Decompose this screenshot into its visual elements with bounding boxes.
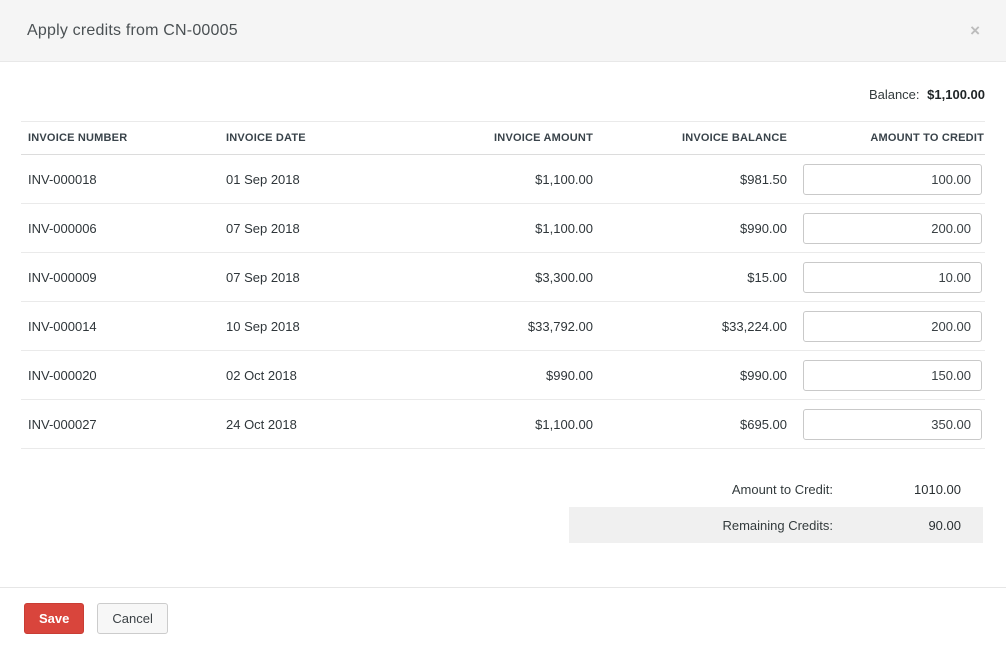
invoice-balance: $33,224.00 [594, 301, 788, 351]
invoice-date: 07 Sep 2018 [219, 252, 408, 302]
col-invoice-amount: INVOICE AMOUNT [408, 121, 594, 155]
table-row: INV-000006 07 Sep 2018 $1,100.00 $990.00 [21, 203, 985, 253]
invoice-balance: $990.00 [594, 203, 788, 253]
invoice-date: 24 Oct 2018 [219, 399, 408, 449]
remaining-credits-value: 90.00 [928, 517, 961, 533]
amount-to-credit-input[interactable] [803, 163, 982, 195]
table-row: INV-000027 24 Oct 2018 $1,100.00 $695.00 [21, 399, 985, 449]
table-row: INV-000014 10 Sep 2018 $33,792.00 $33,22… [21, 301, 985, 351]
amount-to-credit-total-row: Amount to Credit: 1010.00 [569, 471, 983, 507]
amount-to-credit-input[interactable] [803, 310, 982, 342]
invoice-balance: $695.00 [594, 399, 788, 449]
table-row: INV-000018 01 Sep 2018 $1,100.00 $981.50 [21, 154, 985, 204]
col-invoice-number: INVOICE NUMBER [21, 121, 219, 155]
invoice-amount: $1,100.00 [408, 154, 594, 204]
col-amount-to-credit: AMOUNT TO CREDIT [788, 121, 985, 155]
invoice-date: 07 Sep 2018 [219, 203, 408, 253]
invoice-number: INV-000018 [21, 154, 219, 204]
remaining-credits-row: Remaining Credits: 90.00 [569, 507, 983, 543]
remaining-credits-label: Remaining Credits: [722, 517, 833, 533]
invoice-amount: $33,792.00 [408, 301, 594, 351]
invoice-amount: $990.00 [408, 350, 594, 400]
amount-to-credit-input[interactable] [803, 408, 982, 440]
table-header-row: INVOICE NUMBER INVOICE DATE INVOICE AMOU… [21, 121, 985, 155]
invoice-number: INV-000006 [21, 203, 219, 253]
save-button[interactable]: Save [24, 603, 85, 634]
invoice-date: 02 Oct 2018 [219, 350, 408, 400]
invoice-date: 01 Sep 2018 [219, 154, 408, 204]
invoice-balance: $15.00 [594, 252, 788, 302]
amount-to-credit-input[interactable] [803, 261, 982, 293]
credit-summary: Amount to Credit: 1010.00 Remaining Cred… [569, 471, 983, 543]
balance-label: Balance: [868, 87, 920, 102]
invoice-number: INV-000014 [21, 301, 219, 351]
modal-footer: Save Cancel [0, 587, 1006, 654]
amount-to-credit-input[interactable] [803, 359, 982, 391]
modal-header: Apply credits from CN-00005 × [0, 0, 1006, 62]
amount-to-credit-input[interactable] [803, 212, 982, 244]
invoice-number: INV-000027 [21, 399, 219, 449]
table-row: INV-000009 07 Sep 2018 $3,300.00 $15.00 [21, 252, 985, 302]
invoice-amount: $1,100.00 [408, 399, 594, 449]
amount-to-credit-total-value: 1010.00 [914, 481, 961, 497]
apply-credits-modal: Apply credits from CN-00005 × Balance: $… [0, 0, 1006, 654]
credit-note-balance: Balance: $1,100.00 [21, 87, 985, 102]
modal-title: Apply credits from CN-00005 [27, 21, 238, 39]
amount-to-credit-total-label: Amount to Credit: [731, 481, 833, 497]
table-row: INV-000020 02 Oct 2018 $990.00 $990.00 [21, 350, 985, 400]
invoices-table: INVOICE NUMBER INVOICE DATE INVOICE AMOU… [21, 121, 985, 449]
invoice-date: 10 Sep 2018 [219, 301, 408, 351]
invoice-number: INV-000009 [21, 252, 219, 302]
col-invoice-date: INVOICE DATE [219, 121, 408, 155]
cancel-button[interactable]: Cancel [97, 603, 168, 634]
invoice-balance: $990.00 [594, 350, 788, 400]
invoice-amount: $1,100.00 [408, 203, 594, 253]
close-icon[interactable]: × [964, 18, 986, 43]
col-invoice-balance: INVOICE BALANCE [594, 121, 788, 155]
invoice-number: INV-000020 [21, 350, 219, 400]
balance-value: $1,100.00 [927, 87, 985, 102]
invoice-amount: $3,300.00 [408, 252, 594, 302]
modal-body: Balance: $1,100.00 INVOICE NUMBER INVOIC… [0, 62, 1006, 587]
invoice-balance: $981.50 [594, 154, 788, 204]
